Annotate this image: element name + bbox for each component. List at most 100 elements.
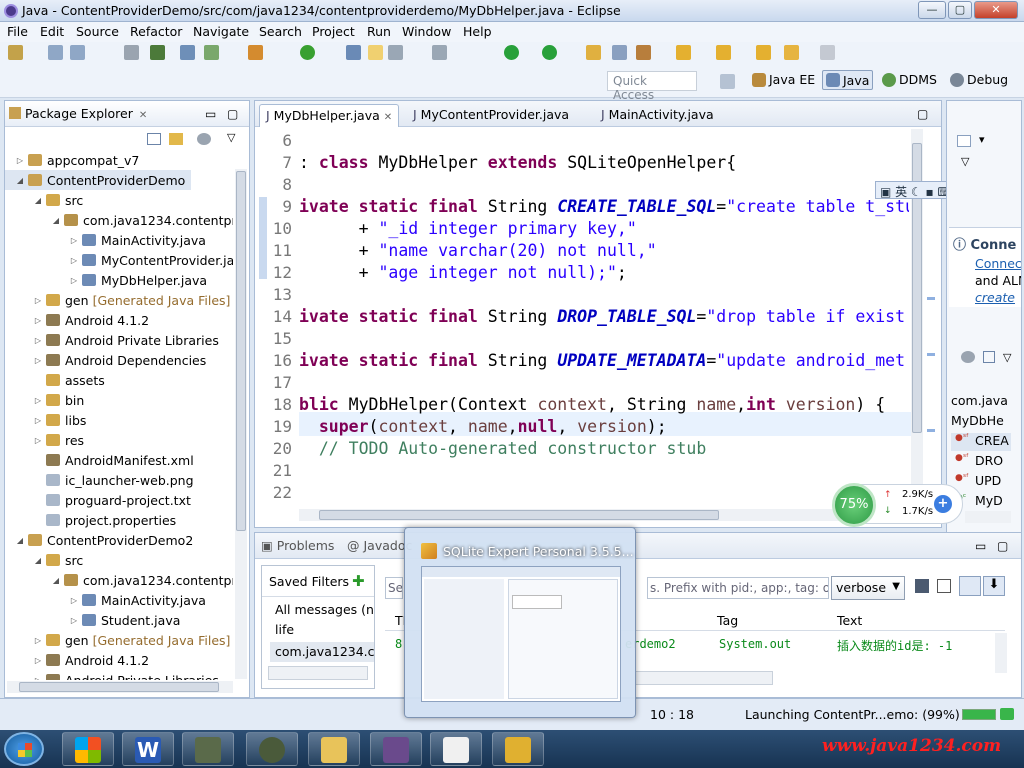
expand-toggle-icon[interactable]: ▷ — [33, 636, 43, 645]
menu-file[interactable]: File — [7, 24, 28, 39]
code-line[interactable]: : class MyDbHelper extends SQLiteOpenHel… — [299, 153, 736, 172]
logcat-search-input[interactable]: Se — [385, 577, 403, 599]
tree-item[interactable]: ▷ res — [5, 430, 84, 450]
tree-item[interactable]: ▷ gen [Generated Java Files] — [5, 290, 231, 310]
maximize-view-icon[interactable]: ▢ — [997, 539, 1008, 553]
close-icon[interactable]: ✕ — [384, 112, 392, 123]
menu-project[interactable]: Project — [312, 24, 355, 39]
tab-mycontentprovider[interactable]: J MyContentProvider.java — [407, 104, 575, 127]
outline-icon[interactable] — [961, 351, 975, 363]
new-android-project-icon[interactable] — [248, 45, 263, 60]
tasks-icon[interactable] — [612, 45, 627, 60]
perspective-java-ee[interactable]: Java EE — [752, 72, 815, 87]
menu-run[interactable]: Run — [367, 24, 391, 39]
save-all-icon[interactable] — [70, 45, 85, 60]
collapse-all-icon[interactable] — [983, 351, 995, 363]
taskbar-folder[interactable] — [308, 732, 360, 766]
expand-toggle-icon[interactable]: ◢ — [33, 556, 43, 565]
menu-refactor[interactable]: Refactor — [130, 24, 182, 39]
chevron-down-icon[interactable]: ▽ — [227, 131, 235, 144]
outline-field-create[interactable]: ●ˢᶠ CREA — [951, 433, 1011, 451]
open-resource-icon[interactable] — [368, 45, 383, 60]
skip-breakpoints-icon[interactable] — [124, 45, 139, 60]
debug-icon[interactable] — [300, 45, 315, 60]
close-button[interactable]: ✕ — [974, 1, 1018, 19]
code-line[interactable]: ivate static final String DROP_TABLE_SQL… — [299, 307, 905, 326]
outline-class[interactable]: MyDbHe — [951, 413, 1004, 428]
filter-life[interactable]: life — [275, 622, 294, 637]
plus-icon[interactable]: + — [934, 495, 952, 513]
taskbar-app3[interactable] — [430, 732, 482, 766]
menu-help[interactable]: Help — [463, 24, 492, 39]
code-line[interactable]: + "age integer not null);"; — [299, 263, 627, 282]
code-line[interactable]: super(context, name,null, version); — [299, 417, 667, 436]
taskbar-java-ee-ide[interactable] — [370, 732, 422, 766]
expand-toggle-icon[interactable]: ◢ — [51, 576, 61, 585]
code-line[interactable]: blic MyDbHelper(Context context, String … — [299, 395, 885, 414]
open-folder-icon[interactable] — [586, 45, 601, 60]
tree-item[interactable]: ▷ MyDbHelper.java — [5, 270, 207, 290]
add-filter-icon[interactable]: ✚ — [352, 572, 365, 590]
expand-toggle-icon[interactable]: ◢ — [51, 216, 61, 225]
back-icon[interactable] — [784, 45, 799, 60]
android-sdk-icon[interactable] — [150, 45, 165, 60]
taskbar-explorer[interactable] — [62, 732, 114, 766]
code-line[interactable]: + "_id integer primary key," — [299, 219, 637, 238]
expand-toggle-icon[interactable]: ◢ — [15, 536, 25, 545]
menu-search[interactable]: Search — [259, 24, 302, 39]
minimize-button[interactable]: — — [918, 1, 946, 19]
minimize-view-icon[interactable]: ▭ — [975, 539, 986, 553]
maximize-view-icon[interactable]: ▢ — [917, 107, 928, 121]
expand-toggle-icon[interactable]: ▷ — [33, 296, 43, 305]
run-icon[interactable] — [504, 45, 519, 60]
maximize-view-icon[interactable]: ▢ — [227, 107, 238, 121]
tree-item[interactable]: ▷ Android Dependencies — [5, 350, 206, 370]
code-line[interactable]: ivate static final String CREATE_TABLE_S… — [299, 197, 909, 216]
tree-item[interactable]: ▷ MainActivity.java — [5, 590, 206, 610]
previous-annotation-icon[interactable] — [716, 45, 731, 60]
expand-toggle-icon[interactable]: ▷ — [33, 316, 43, 325]
save-log-icon[interactable] — [915, 579, 929, 593]
toggle-mark-icon[interactable] — [432, 45, 447, 60]
tree-scrollbar[interactable] — [235, 169, 247, 679]
outline-package[interactable]: com.java — [951, 393, 1008, 408]
minimize-view-icon[interactable]: ▭ — [205, 107, 216, 121]
tree-item[interactable]: ▷ appcompat_v7 — [5, 150, 139, 170]
expand-toggle-icon[interactable]: ▷ — [33, 656, 43, 665]
log-level-select[interactable]: verbose ▼ — [831, 576, 905, 600]
logcat-hscrollbar[interactable] — [635, 671, 773, 685]
expand-toggle-icon[interactable]: ▷ — [69, 596, 79, 605]
search-icon[interactable] — [388, 45, 403, 60]
network-speed-widget[interactable]: 75% ↑ 2.9K/s ↓ 1.7K/s + — [832, 483, 963, 527]
tree-item[interactable]: ▷ gen [Generated Java Files] — [5, 630, 231, 650]
start-button[interactable] — [4, 732, 44, 766]
code-area[interactable]: 6 7: class MyDbHelper extends SQLiteOpenH… — [255, 129, 909, 509]
tree-item[interactable]: ▷ libs — [5, 410, 86, 430]
annotation-icon[interactable] — [636, 45, 651, 60]
tree-item[interactable]: ◢ ContentProviderDemo2 — [5, 530, 193, 550]
outline-hscrollbar[interactable] — [965, 511, 1011, 523]
expand-toggle-icon[interactable]: ▷ — [33, 416, 43, 425]
code-line[interactable]: // TODO Auto-generated constructor stub — [299, 439, 706, 458]
chevron-down-icon[interactable]: ▽ — [1003, 351, 1011, 364]
expand-toggle-icon[interactable]: ▷ — [33, 356, 43, 365]
outline-field-update[interactable]: ●ˢᶠ UPD — [951, 473, 1001, 488]
menu-edit[interactable]: Edit — [40, 24, 64, 39]
filter-all-messages[interactable]: All messages (nc — [275, 602, 373, 617]
tree-item[interactable]: ▷ Android Private Libraries — [5, 670, 219, 680]
forward-icon[interactable] — [820, 45, 835, 60]
chevron-down-icon[interactable]: ▾ — [979, 133, 985, 146]
last-edit-icon[interactable] — [756, 45, 771, 60]
taskbar-sqlite[interactable] — [492, 732, 544, 766]
taskbar-app2[interactable] — [246, 732, 298, 766]
connect-link[interactable]: Connec — [975, 256, 1021, 271]
tree-item[interactable]: ◢ com.java1234.contentprc — [5, 210, 233, 230]
expand-toggle-icon[interactable]: ◢ — [15, 176, 25, 185]
new-icon[interactable] — [8, 45, 23, 60]
filter-com-java1234[interactable]: com.java1234.co — [270, 642, 374, 662]
chevron-down-icon[interactable]: ▽ — [961, 155, 969, 168]
expand-toggle-icon[interactable]: ▷ — [15, 156, 25, 165]
quick-access-input[interactable]: Quick Access — [607, 71, 697, 102]
expand-toggle-icon[interactable]: ▷ — [69, 256, 79, 265]
toggle-filters-icon[interactable] — [959, 576, 981, 596]
